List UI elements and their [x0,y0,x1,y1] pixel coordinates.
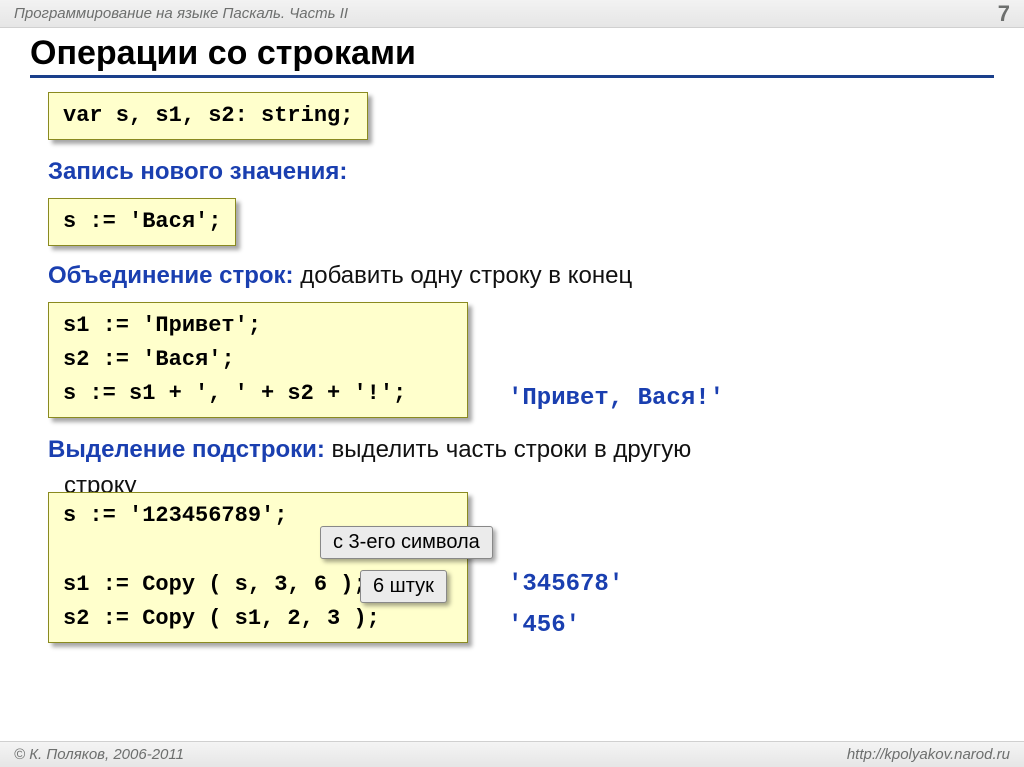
sect3-label: Выделение подстроки: [48,436,325,463]
sect3-codebox: s := '123456789'; s1 := Copy ( s, 3, 6 )… [48,492,468,642]
sect2-code2: s2 := 'Вася'; [63,343,453,377]
callout-6-pieces: 6 штук [360,570,447,603]
sect2-code3: s := s1 + ', ' + s2 + '!'; [63,377,453,411]
header-title: Программирование на языке Паскаль. Часть… [14,5,348,22]
sect3-code3: s2 := Copy ( s1, 2, 3 ); [63,602,453,636]
footer-url: http://kpolyakov.narod.ru [847,746,1010,763]
sect2-codebox: s1 := 'Привет'; s2 := 'Вася'; s := s1 + … [48,302,468,418]
sect2-text: добавить одну строку в конец [294,262,633,289]
sect2-label: Объединение строк: [48,262,294,289]
code-var-decl: var s, s1, s2: string; [48,92,368,140]
sect2-result: 'Привет, Вася!' [508,385,724,412]
sect1-code: s := 'Вася'; [48,198,236,246]
sect3-result2: '456' [508,612,623,639]
slide-footer: © К. Поляков, 2006-2011 http://kpolyakov… [0,741,1024,767]
footer-copyright: © К. Поляков, 2006-2011 [14,746,184,763]
sect2-code1: s1 := 'Привет'; [63,309,453,343]
slide-content: Операции со строками var s, s1, s2: stri… [0,28,1024,643]
sect3-text: выделить часть строки в другую [325,436,691,463]
sect1-label: Запись нового значения: [48,158,347,185]
callout-from-3rd: с 3-его символа [320,526,493,559]
header-page-number: 7 [998,1,1010,27]
sect3-result1: '345678' [508,571,623,598]
slide-header: Программирование на языке Паскаль. Часть… [0,0,1024,28]
page-title: Операции со строками [30,34,994,78]
